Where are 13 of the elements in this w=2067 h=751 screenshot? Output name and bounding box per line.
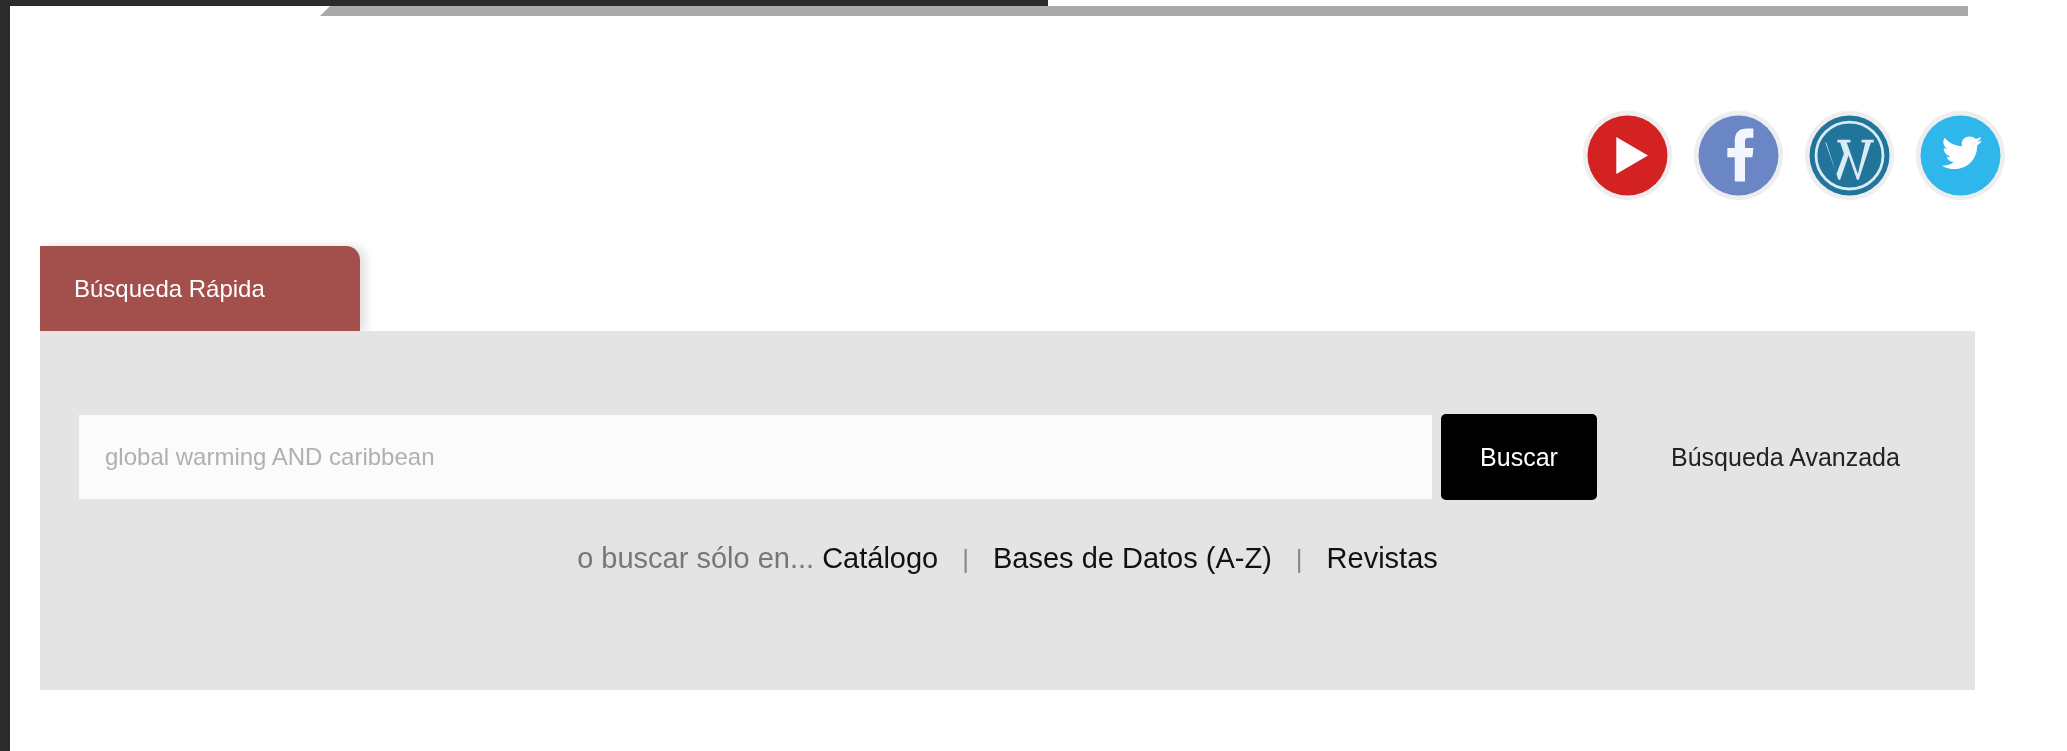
- scope-link[interactable]: Catálogo: [822, 542, 939, 575]
- scope-link[interactable]: Bases de Datos (A-Z): [993, 542, 1272, 575]
- scope-label: o buscar sólo en...: [577, 542, 815, 575]
- wordpress-icon[interactable]: [1803, 109, 1896, 202]
- scope-link[interactable]: Revistas: [1326, 542, 1438, 575]
- tab[interactable]: Búsqueda Rápida: [40, 246, 360, 331]
- play-icon[interactable]: [1581, 109, 1674, 202]
- search-field[interactable]: global warming AND caribbean: [79, 415, 1432, 499]
- search-button[interactable]: Buscar: [1441, 414, 1597, 500]
- facebook-icon[interactable]: [1692, 109, 1785, 202]
- separator: |: [962, 544, 969, 575]
- separator: |: [1295, 544, 1303, 575]
- advanced-search-link[interactable]: Búsqueda Avanzada: [1671, 442, 1900, 472]
